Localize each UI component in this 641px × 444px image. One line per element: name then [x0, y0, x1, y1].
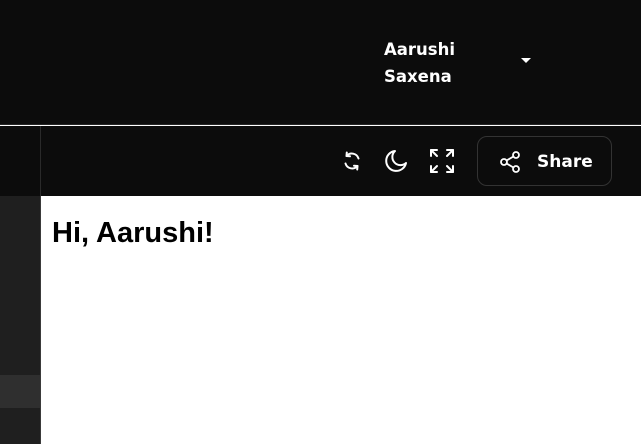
toolbar-left-panel	[0, 126, 41, 196]
greeting-heading: Hi, Aarushi!	[52, 217, 214, 249]
sidebar-item-active[interactable]	[0, 375, 40, 408]
expand-icon[interactable]	[428, 147, 456, 175]
sidebar	[0, 196, 41, 444]
user-name: Aarushi Saxena	[384, 40, 456, 86]
main-content: Hi, Aarushi!	[42, 196, 641, 444]
refresh-icon[interactable]	[338, 147, 366, 175]
share-button[interactable]: Share	[477, 136, 612, 186]
moon-icon[interactable]	[382, 147, 410, 175]
user-menu-dropdown[interactable]: Aarushi Saxena	[384, 36, 544, 92]
caret-down-icon	[521, 58, 531, 63]
share-label: Share	[537, 152, 593, 172]
toolbar: Share	[0, 126, 641, 196]
top-header: Aarushi Saxena	[0, 0, 641, 125]
share-icon	[498, 150, 522, 174]
